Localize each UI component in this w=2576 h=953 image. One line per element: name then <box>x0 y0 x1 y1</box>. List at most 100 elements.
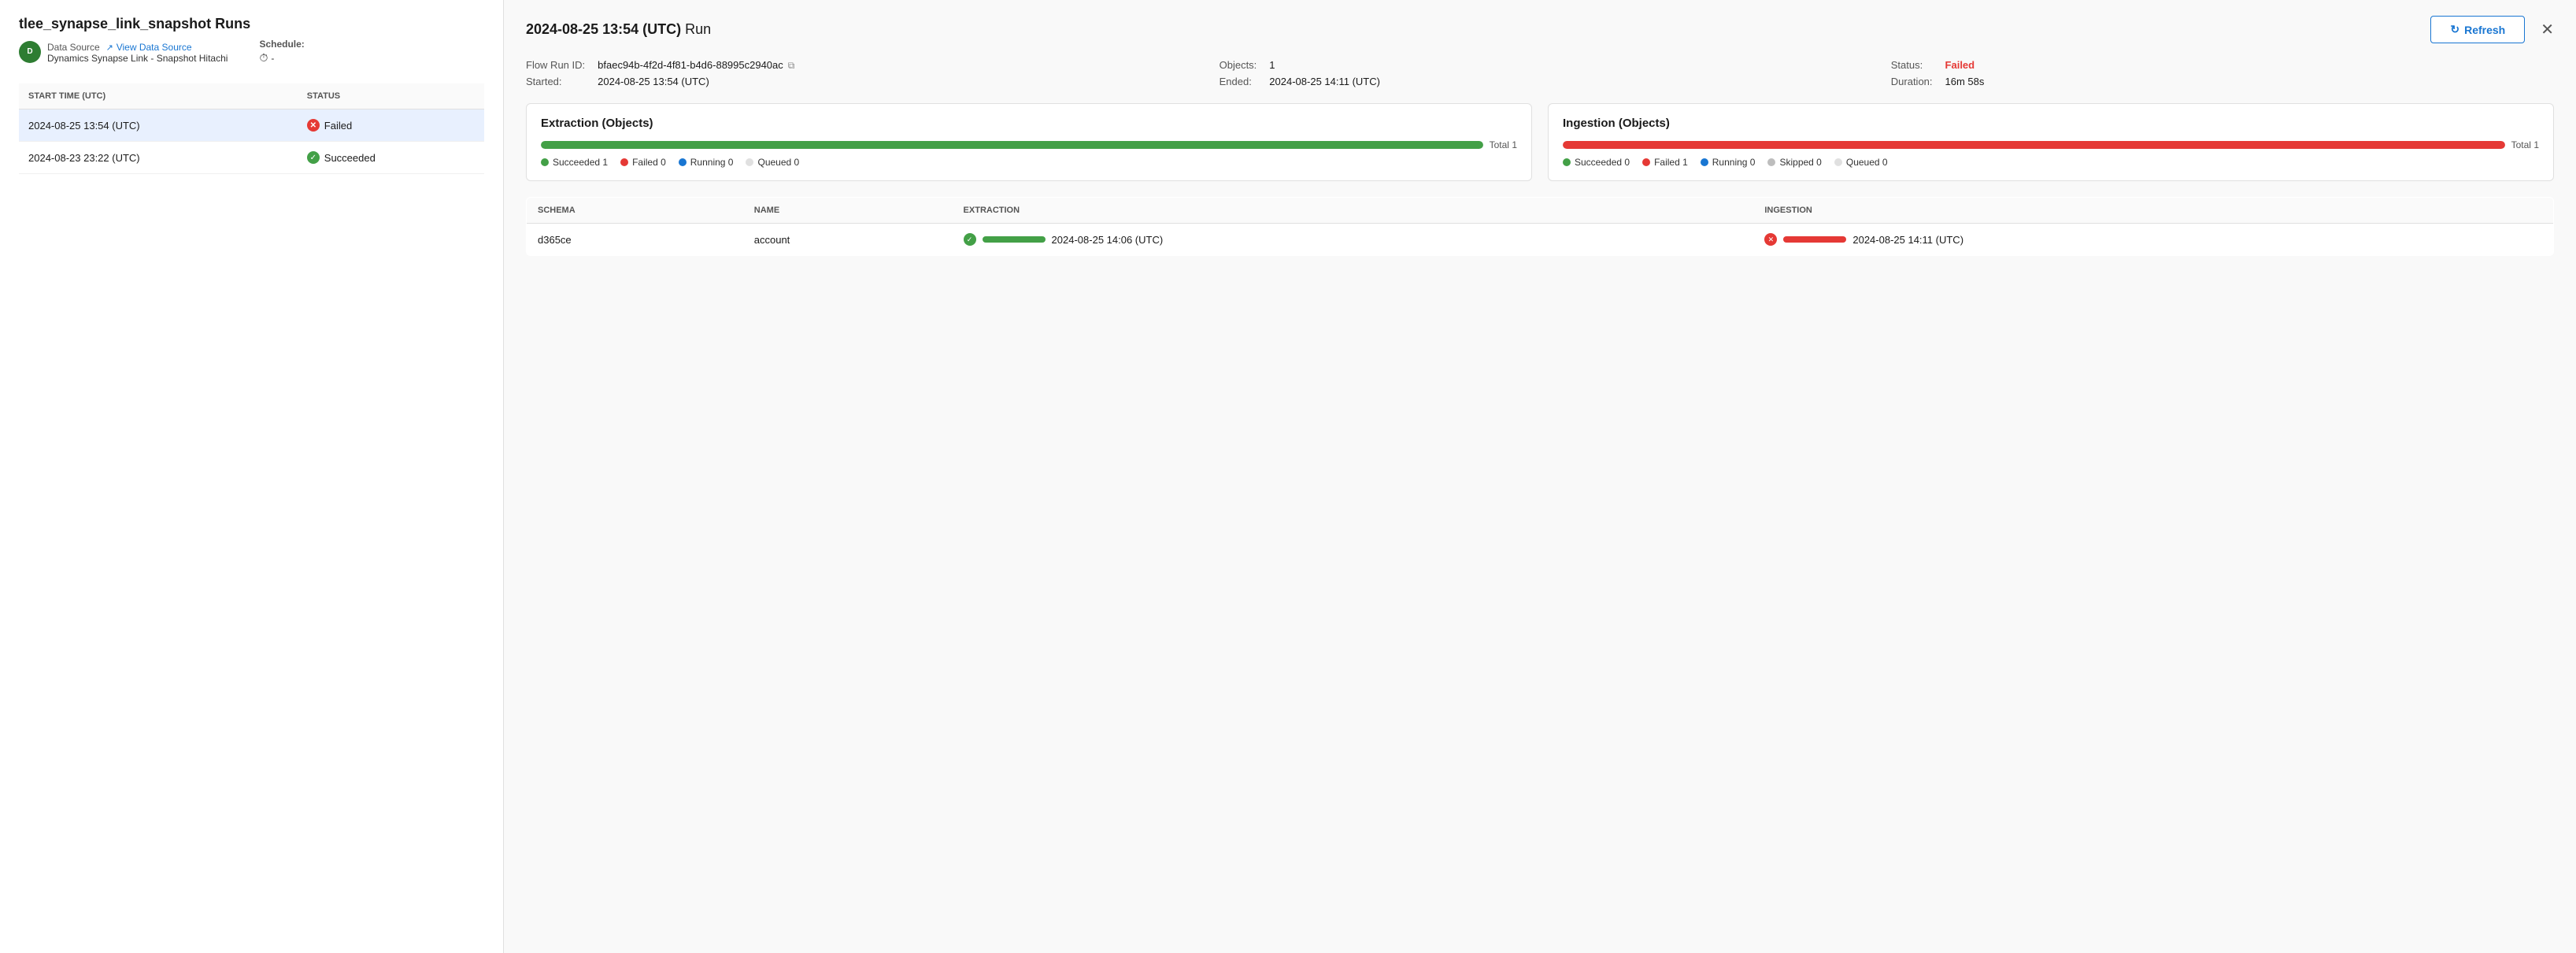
duration-label: Duration: <box>1891 76 1933 87</box>
legend-item: Failed 1 <box>1642 157 1688 168</box>
legend-label: Failed 0 <box>632 157 666 168</box>
data-source-label: Data Source <box>47 42 100 53</box>
legend-item: Failed 0 <box>620 157 666 168</box>
view-data-source-link[interactable]: View Data Source <box>117 42 192 53</box>
ds-label-row: Data Source ↗ View Data Source <box>47 40 228 53</box>
ingestion-card: Ingestion (Objects) Total 1 Succeeded 0F… <box>1548 103 2554 181</box>
legend-label: Running 0 <box>1712 157 1756 168</box>
extraction-progress-fill <box>541 141 1483 149</box>
extraction-date: 2024-08-25 14:06 (UTC) <box>1052 234 1164 246</box>
run-start-time: 2024-08-25 13:54 (UTC) <box>19 109 298 142</box>
ingestion-date: 2024-08-25 14:11 (UTC) <box>1852 234 1963 246</box>
run-status: ✕ Failed <box>298 109 484 142</box>
schedule-value: ⏱ - <box>259 51 304 65</box>
ds-info: Data Source ↗ View Data Source Dynamics … <box>47 40 228 64</box>
refresh-label: Refresh <box>2464 24 2505 36</box>
legend-label: Skipped 0 <box>1779 157 1821 168</box>
right-panel: 2024-08-25 13:54 (UTC) Run ↻ Refresh ✕ F… <box>504 0 2576 953</box>
extraction-mini-bar <box>983 236 1046 243</box>
table-row: d365ceaccount ✓ 2024-08-25 14:06 (UTC) ✕… <box>527 224 2554 256</box>
table-row[interactable]: 2024-08-23 23:22 (UTC) ✓ Succeeded <box>19 142 484 174</box>
ingestion-progress-bar <box>1563 141 2505 149</box>
legend-dot <box>1767 158 1775 166</box>
legend-dot <box>1834 158 1842 166</box>
flow-run-id-value: bfaec94b-4f2d-4f81-b4d6-88995c2940ac ⧉ <box>598 59 1206 71</box>
col-schema: SCHEMA <box>527 198 743 224</box>
succeeded-icon: ✓ <box>307 151 320 164</box>
extraction-card-title: Extraction (Objects) <box>541 117 1517 130</box>
flow-run-id-label: Flow Run ID: <box>526 59 585 71</box>
status-text: Failed <box>324 120 352 132</box>
extraction-progress-row: Total 1 <box>541 139 1517 150</box>
col-status: STATUS <box>298 83 484 109</box>
copy-icon[interactable]: ⧉ <box>788 60 799 71</box>
schedule-label: Schedule: <box>259 39 304 50</box>
col-name: NAME <box>743 198 953 224</box>
failed-icon: ✕ <box>307 119 320 132</box>
col-ingestion: INGESTION <box>1753 198 2553 224</box>
col-extraction: EXTRACTION <box>953 198 1754 224</box>
schedule-time: - <box>271 53 274 64</box>
runs-label: Runs <box>215 16 250 32</box>
ingestion-legend: Succeeded 0Failed 1Running 0Skipped 0Que… <box>1563 157 2539 168</box>
meta-grid: Flow Run ID: bfaec94b-4f2d-4f81-b4d6-889… <box>526 59 2554 87</box>
run-status: ✓ Succeeded <box>298 142 484 174</box>
close-button[interactable]: ✕ <box>2541 20 2554 39</box>
ended-label: Ended: <box>1220 76 1257 87</box>
detail-header-row: SCHEMA NAME EXTRACTION INGESTION <box>527 198 2554 224</box>
col-start-time: START TIME (UTC) <box>19 83 298 109</box>
status-badge: Failed <box>1945 59 2554 71</box>
legend-label: Running 0 <box>690 157 734 168</box>
started-value: 2024-08-25 13:54 (UTC) <box>598 76 1206 87</box>
status-text: Succeeded <box>324 152 376 164</box>
run-start-time: 2024-08-23 23:22 (UTC) <box>19 142 298 174</box>
ended-value: 2024-08-25 14:11 (UTC) <box>1269 76 1878 87</box>
flow-run-id-text: bfaec94b-4f2d-4f81-b4d6-88995c2940ac <box>598 59 783 71</box>
refresh-icon: ↻ <box>2450 23 2459 36</box>
ds-name: Dynamics Synapse Link - Snapshot Hitachi <box>47 53 228 64</box>
refresh-button[interactable]: ↻ Refresh <box>2430 16 2525 43</box>
legend-label: Succeeded 1 <box>553 157 608 168</box>
detail-extraction: ✓ 2024-08-25 14:06 (UTC) <box>953 224 1754 256</box>
started-label: Started: <box>526 76 585 87</box>
legend-dot <box>746 158 753 166</box>
legend-item: Running 0 <box>1701 157 1756 168</box>
extraction-card: Extraction (Objects) Total 1 Succeeded 1… <box>526 103 1532 181</box>
detail-table: SCHEMA NAME EXTRACTION INGESTION d365cea… <box>526 197 2554 256</box>
detail-name: account <box>743 224 953 256</box>
status-label: Status: <box>1891 59 1933 71</box>
status-badge: ✓ Succeeded <box>307 151 475 164</box>
detail-ingestion: ✕ 2024-08-25 14:11 (UTC) <box>1753 224 2553 256</box>
status-badge: ✕ Failed <box>307 119 475 132</box>
legend-dot <box>1701 158 1708 166</box>
ingestion-progress-fill <box>1563 141 2505 149</box>
ingestion-mini-bar <box>1783 236 1846 243</box>
ds-avatar: D <box>19 41 41 63</box>
schedule-section: Schedule: ⏱ - <box>259 39 304 65</box>
extraction-success-icon: ✓ <box>964 233 976 246</box>
ingestion-total: Total 1 <box>2511 139 2539 150</box>
run-label-text: Run <box>685 21 711 37</box>
legend-label: Succeeded 0 <box>1575 157 1630 168</box>
table-row[interactable]: 2024-08-25 13:54 (UTC) ✕ Failed <box>19 109 484 142</box>
page-title: tlee_synapse_link_snapshot Runs <box>19 16 484 32</box>
legend-item: Succeeded 0 <box>1563 157 1630 168</box>
detail-schema: d365ce <box>527 224 743 256</box>
legend-dot <box>541 158 549 166</box>
legend-item: Running 0 <box>679 157 734 168</box>
data-source-row: D Data Source ↗ View Data Source Dynamic… <box>19 39 484 65</box>
ingestion-fail-icon: ✕ <box>1764 233 1777 246</box>
left-panel: tlee_synapse_link_snapshot Runs D Data S… <box>0 0 504 953</box>
run-date: 2024-08-25 13:54 (UTC) <box>526 21 681 37</box>
left-header: tlee_synapse_link_snapshot Runs D Data S… <box>19 16 484 65</box>
extraction-total: Total 1 <box>1490 139 1517 150</box>
cards-row: Extraction (Objects) Total 1 Succeeded 1… <box>526 103 2554 181</box>
extraction-progress-bar <box>541 141 1483 149</box>
runs-table: START TIME (UTC) STATUS 2024-08-25 13:54… <box>19 83 484 174</box>
legend-label: Failed 1 <box>1654 157 1688 168</box>
legend-dot <box>1642 158 1650 166</box>
legend-item: Queued 0 <box>746 157 799 168</box>
duration-value: 16m 58s <box>1945 76 2554 87</box>
legend-item: Skipped 0 <box>1767 157 1821 168</box>
legend-dot <box>620 158 628 166</box>
